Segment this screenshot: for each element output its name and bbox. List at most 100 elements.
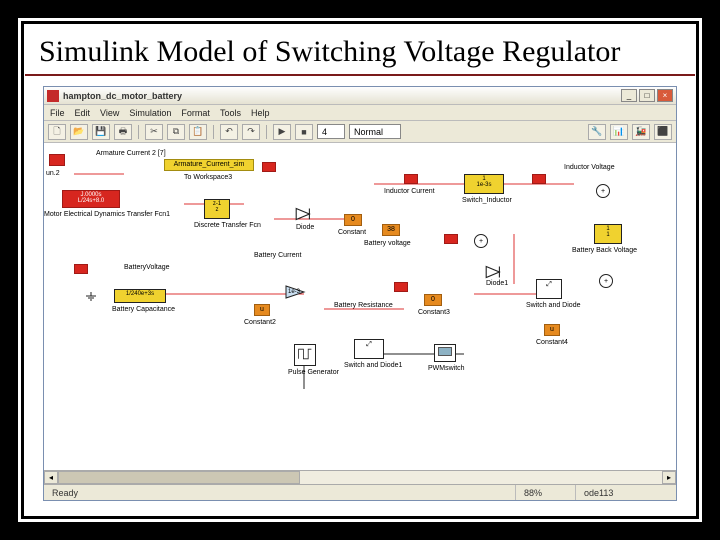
menu-file[interactable]: File (50, 108, 65, 118)
battery-current-label: Battery Current (254, 252, 301, 259)
copy-button[interactable]: ⧉ (167, 124, 185, 140)
simulink-window: hampton_dc_motor_battery _ □ × File Edit… (43, 86, 677, 501)
menu-simulation[interactable]: Simulation (129, 108, 171, 118)
scroll-right-button[interactable]: ▸ (662, 471, 676, 484)
status-solver: ode113 (576, 485, 676, 500)
constant3-block[interactable]: 0 (424, 294, 442, 306)
gain-value: 1e-3 (288, 289, 300, 295)
menu-view[interactable]: View (100, 108, 119, 118)
menu-help[interactable]: Help (251, 108, 270, 118)
slide-content: hampton_dc_motor_battery _ □ × File Edit… (25, 76, 695, 515)
inport-block[interactable] (49, 154, 65, 166)
paste-button[interactable]: 📋 (189, 124, 207, 140)
batt-back-voltage-label: Battery Back Voltage (572, 247, 640, 254)
status-bar: Ready 88% ode113 (44, 484, 676, 500)
library-browser-button[interactable]: 🔧 (588, 124, 606, 140)
motor-tf-block[interactable]: J.0000s L/24s+8.0 (62, 190, 120, 208)
inport-label: un.2 (46, 170, 60, 177)
battvolt-port[interactable] (74, 264, 88, 274)
maximize-button[interactable]: □ (639, 89, 655, 102)
undo-button[interactable]: ↶ (220, 124, 238, 140)
battery-voltage-top-label: Battery voltage (364, 240, 411, 247)
status-ready: Ready (44, 485, 516, 500)
stop-button[interactable]: ■ (295, 124, 313, 140)
sum-block-1[interactable]: + (596, 184, 610, 198)
constant3-label: Constant3 (418, 309, 450, 316)
switch-and-diode-label: Switch and Diode (526, 302, 576, 309)
constant2-block[interactable]: u (254, 304, 270, 316)
build-button[interactable]: ⬛ (654, 124, 672, 140)
debug-button[interactable]: 🚂 (632, 124, 650, 140)
model-canvas[interactable]: un.2 Armature Current 2 [7] Armature_Cur… (44, 143, 676, 470)
armature-current-label: Armature Current 2 [7] (96, 150, 166, 157)
slide-title: Simulink Model of Switching Voltage Regu… (39, 35, 681, 68)
separator-icon (138, 125, 139, 139)
horizontal-scrollbar[interactable]: ◂ ▸ (44, 470, 676, 484)
discrete-tf-block[interactable]: z-1 z (204, 199, 230, 219)
minimize-button[interactable]: _ (621, 89, 637, 102)
sum-block-2[interactable]: + (474, 234, 488, 248)
menu-edit[interactable]: Edit (75, 108, 91, 118)
batt-voltage-port[interactable] (444, 234, 458, 244)
switch-inductor-label: Switch_Inductor (462, 197, 512, 204)
toolbar: 🗋 📂 💾 🖶 ✂ ⧉ 📋 ↶ ↷ ▶ ■ 4 (44, 121, 676, 143)
diode1-block[interactable] (484, 264, 506, 280)
pwm-scope-block[interactable] (434, 344, 456, 362)
inductor-voltage-port[interactable] (532, 174, 546, 184)
discrete-tf-label: Discrete Transfer Fcn (194, 222, 261, 229)
menu-bar: File Edit View Simulation Format Tools H… (44, 105, 676, 121)
inductor-voltage-label: Inductor Voltage (564, 164, 615, 171)
constant2-label: Constant2 (244, 319, 276, 326)
constant4-label: Constant4 (536, 339, 568, 346)
scroll-thumb[interactable] (58, 471, 300, 484)
motor-tf-label: Motor Electrical Dynamics Transfer Fcn1 (44, 211, 144, 218)
new-button[interactable]: 🗋 (48, 124, 66, 140)
battery-cap-label: Battery Capacitance (112, 306, 175, 313)
model-explorer-button[interactable]: 📊 (610, 124, 628, 140)
pulse-generator-block[interactable] (294, 344, 316, 366)
constant4-block[interactable]: u (544, 324, 560, 336)
separator-icon (266, 125, 267, 139)
stop-time-field[interactable]: 4 (317, 124, 345, 139)
play-button[interactable]: ▶ (273, 124, 291, 140)
diode-label: Diode (296, 224, 314, 231)
switch-and-diode-block[interactable]: ⤢ (536, 279, 562, 299)
open-button[interactable]: 📂 (70, 124, 88, 140)
batt-back-voltage-block[interactable]: 1 1 (594, 224, 622, 244)
scroll-left-button[interactable]: ◂ (44, 471, 58, 484)
cut-button[interactable]: ✂ (145, 124, 163, 140)
scroll-track[interactable] (58, 471, 662, 484)
print-button[interactable]: 🖶 (114, 124, 132, 140)
switch-and-diode1-block[interactable]: ⤢ (354, 339, 384, 359)
inductor-current-port[interactable] (404, 174, 418, 184)
sim-mode-select[interactable]: Normal (349, 124, 401, 139)
battery-resistance-label: Battery Resistance (334, 302, 384, 309)
constant-38-block[interactable]: 38 (382, 224, 400, 236)
switch-inductor-block[interactable]: 1 1e-3s (464, 174, 504, 194)
menu-format[interactable]: Format (181, 108, 210, 118)
diode1-label: Diode1 (486, 280, 508, 287)
simulink-app-icon (47, 90, 59, 102)
window-title: hampton_dc_motor_battery (63, 91, 621, 101)
redo-button[interactable]: ↷ (242, 124, 260, 140)
constant-block[interactable]: 0 (344, 214, 362, 226)
pulse-generator-label: Pulse Generator (288, 369, 339, 376)
diode-block[interactable] (294, 206, 316, 222)
to-workspace-label: To Workspace3 (184, 174, 232, 181)
batt-res-port[interactable] (394, 282, 408, 292)
battery-cap-block[interactable]: 1/240e+3s (114, 289, 166, 303)
inductor-current-label: Inductor Current (384, 188, 435, 195)
close-button[interactable]: × (657, 89, 673, 102)
outport-1[interactable] (262, 162, 276, 172)
menu-tools[interactable]: Tools (220, 108, 241, 118)
save-button[interactable]: 💾 (92, 124, 110, 140)
to-workspace-block[interactable]: Armature_Current_sim (164, 159, 254, 171)
slide-title-area: Simulink Model of Switching Voltage Regu… (25, 25, 695, 76)
ground-block[interactable] (84, 292, 98, 302)
sum-block-3[interactable]: + (599, 274, 613, 288)
status-zoom: 88% (516, 485, 576, 500)
constant-label: Constant (338, 229, 366, 236)
separator-icon (213, 125, 214, 139)
pwm-scope-label: PWMswitch (428, 365, 465, 372)
window-titlebar: hampton_dc_motor_battery _ □ × (44, 87, 676, 105)
